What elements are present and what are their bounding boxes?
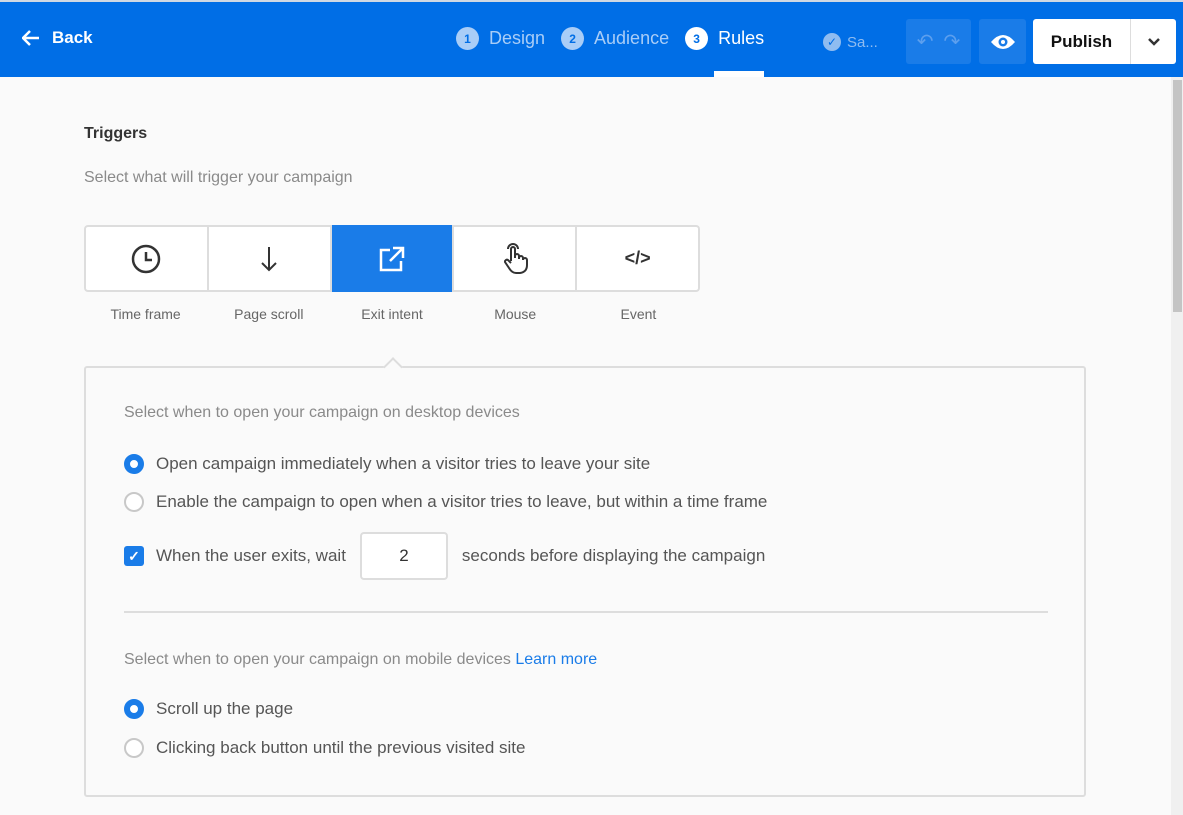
mobile-option-back-button[interactable]: Clicking back button until the previous … — [124, 738, 525, 758]
step-nav: 1 Design 2 Audience 3 Rules — [456, 27, 772, 77]
save-status: ✓ Sa... — [823, 33, 878, 51]
check-circle-icon: ✓ — [823, 33, 841, 51]
step-label: Rules — [718, 28, 765, 48]
option-label: Clicking back button until the previous … — [156, 738, 526, 757]
publish-dropdown[interactable] — [1131, 19, 1176, 64]
mobile-option-scroll-up[interactable]: Scroll up the page — [124, 699, 293, 719]
wait-delay-row: ✓ When the user exits, wait seconds befo… — [124, 532, 765, 580]
trigger-labels: Time frame Page scroll Exit intent Mouse… — [84, 306, 700, 322]
arrow-left-icon — [22, 30, 39, 46]
triggers-subtitle: Select what will trigger your campaign — [84, 169, 353, 186]
radio-selected[interactable] — [124, 454, 144, 474]
option-label: Open campaign immediately when a visitor… — [156, 454, 651, 473]
arrow-down-icon — [261, 246, 277, 271]
wait-checkbox[interactable]: ✓ — [124, 546, 144, 566]
radio-selected[interactable] — [124, 699, 144, 719]
step-number: 3 — [685, 27, 709, 50]
step-number: 1 — [456, 27, 479, 50]
back-button[interactable]: Back — [22, 28, 93, 48]
radio-unselected[interactable] — [124, 492, 144, 512]
wait-prefix: When the user exits, wait — [156, 546, 346, 565]
trigger-mouse[interactable] — [454, 227, 578, 290]
trigger-selector: </> — [84, 225, 700, 292]
exit-intent-settings: Select when to open your campaign on des… — [84, 357, 1086, 797]
trigger-label: Time frame — [110, 306, 181, 322]
desktop-option-time-frame[interactable]: Enable the campaign to open when a visit… — [124, 492, 767, 512]
scrollbar-thumb[interactable] — [1173, 80, 1182, 312]
step-label: Audience — [594, 28, 670, 48]
redo-icon[interactable]: ↷ — [944, 29, 961, 54]
undo-icon[interactable]: ↶ — [917, 29, 934, 54]
publish-group: Publish — [1033, 19, 1176, 64]
clock-icon — [132, 244, 161, 273]
divider — [124, 611, 1048, 613]
eye-icon — [990, 34, 1015, 49]
step-label: Design — [489, 28, 546, 48]
trigger-exit-intent[interactable] — [331, 225, 455, 292]
desktop-option-immediate[interactable]: Open campaign immediately when a visitor… — [124, 454, 650, 474]
publish-button[interactable]: Publish — [1033, 19, 1131, 64]
preview-button[interactable] — [979, 19, 1026, 64]
option-label: Scroll up the page — [156, 699, 294, 718]
step-audience[interactable]: 2 Audience — [561, 27, 669, 50]
mobile-heading: Select when to open your campaign on mob… — [124, 651, 597, 669]
back-label: Back — [52, 28, 93, 47]
learn-more-link[interactable]: Learn more — [515, 651, 597, 668]
chevron-down-icon — [1147, 37, 1160, 46]
radio-unselected[interactable] — [124, 738, 144, 758]
wait-seconds-input[interactable] — [359, 532, 448, 580]
mobile-heading-text: Select when to open your campaign on mob… — [124, 651, 511, 668]
step-number: 2 — [561, 27, 585, 50]
wait-suffix: seconds before displaying the campaign — [461, 546, 766, 565]
desktop-heading: Select when to open your campaign on des… — [124, 404, 520, 421]
external-link-icon — [379, 246, 405, 271]
undo-redo-group: ↶ ↷ — [906, 19, 971, 64]
step-design[interactable]: 1 Design — [456, 27, 545, 50]
trigger-page-scroll[interactable] — [209, 227, 332, 290]
trigger-label: Exit intent — [361, 306, 423, 322]
trigger-label: Event — [620, 306, 657, 322]
panel-pointer — [383, 357, 403, 377]
hand-pointer-icon — [503, 242, 528, 274]
code-icon: </> — [624, 248, 651, 268]
trigger-time-frame[interactable] — [86, 227, 209, 290]
trigger-event[interactable]: </> — [577, 227, 698, 290]
trigger-label: Mouse — [494, 306, 537, 322]
option-label: Enable the campaign to open when a visit… — [156, 492, 768, 511]
trigger-label: Page scroll — [234, 306, 304, 322]
step-rules[interactable]: 3 Rules — [685, 27, 765, 77]
save-status-label: Sa... — [847, 33, 878, 51]
top-bar: Back 1 Design 2 Audience 3 Rules ✓ Sa... ↶ ↷ … — [0, 0, 1183, 77]
triggers-title: Triggers — [84, 125, 148, 142]
